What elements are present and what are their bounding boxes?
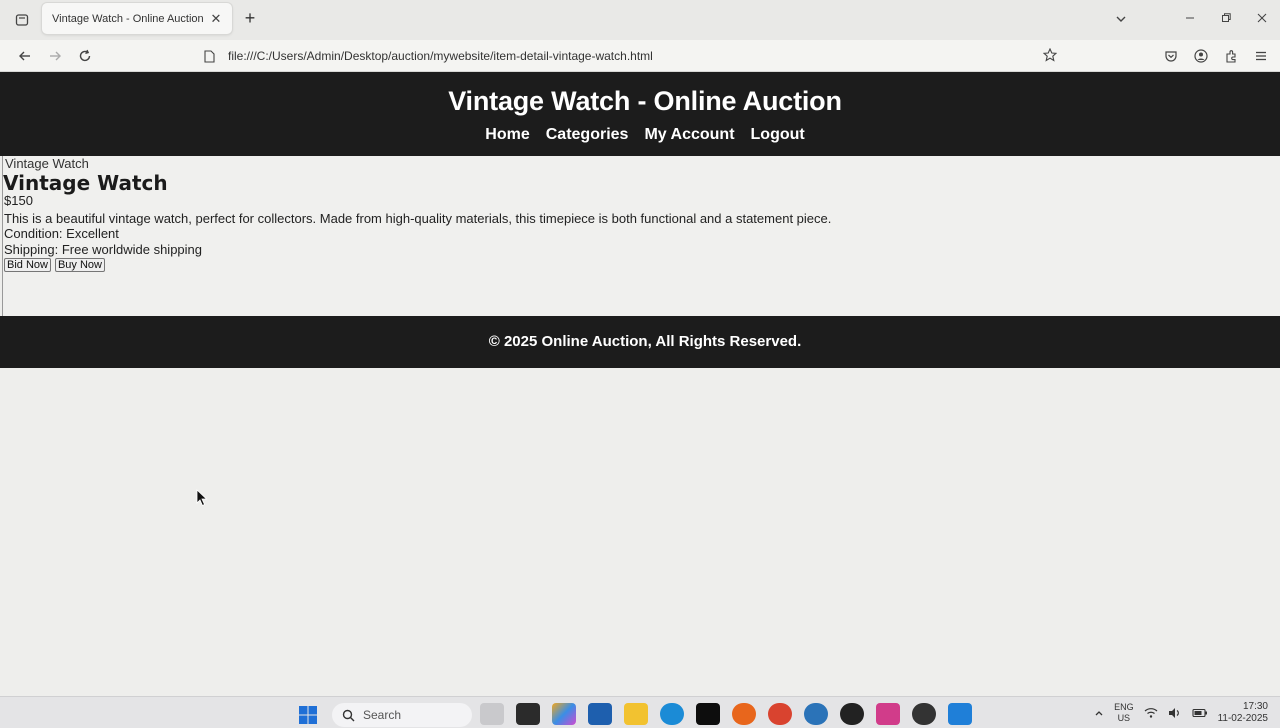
chrome-icon[interactable] <box>768 703 792 725</box>
search-icon <box>342 709 355 721</box>
firefox-icon[interactable] <box>732 703 756 725</box>
chevron-down-icon[interactable] <box>1110 8 1132 30</box>
nav-link-home[interactable]: Home <box>485 126 529 144</box>
nav-link-logout[interactable]: Logout <box>751 126 805 144</box>
footer-text: © 2025 Online Auction, All Rights Reserv… <box>488 333 802 350</box>
taskbar: Search ENG US 17:30 11-02-2025 <box>0 696 1280 728</box>
file-explorer-icon[interactable] <box>624 703 648 725</box>
item-price: $150 <box>4 193 33 208</box>
page-icon <box>200 47 218 65</box>
site-header: Vintage Watch - Online Auction Home Cate… <box>0 72 1280 156</box>
battery-icon[interactable] <box>1192 708 1208 718</box>
browser-tab[interactable]: Vintage Watch - Online Auction ✕ <box>42 3 232 34</box>
windows-start-icon[interactable] <box>298 705 318 725</box>
plus-icon[interactable]: + <box>240 8 260 28</box>
web-page: Vintage Watch - Online Auction Home Cate… <box>0 72 1280 696</box>
screen: Vintage Watch - Online Auction ✕ + file:… <box>0 0 1280 728</box>
star-icon[interactable] <box>1040 45 1060 65</box>
browser-nav-bar: file:///C:/Users/Admin/Desktop/auction/m… <box>0 40 1280 72</box>
back-arrow-icon[interactable] <box>14 45 36 67</box>
item-actions: Bid Now Buy Now <box>4 258 105 272</box>
copilot-icon[interactable] <box>552 703 576 725</box>
tab-list-icon[interactable] <box>8 6 36 34</box>
vscode-icon[interactable] <box>948 703 972 725</box>
site-footer: © 2025 Online Auction, All Rights Reserv… <box>0 316 1280 368</box>
forward-arrow-icon[interactable] <box>44 45 66 67</box>
chevron-up-icon[interactable] <box>1094 708 1104 718</box>
extensions-icon[interactable] <box>1220 45 1242 67</box>
url-text: file:///C:/Users/Admin/Desktop/auction/m… <box>228 49 653 63</box>
wifi-icon[interactable] <box>1144 707 1158 719</box>
minimize-icon[interactable] <box>1172 4 1208 32</box>
edge-icon[interactable] <box>660 703 684 725</box>
toolbar-right <box>1160 45 1272 67</box>
github-icon[interactable] <box>912 703 936 725</box>
item-detail: Vintage Watch Vintage Watch $150 This is… <box>2 156 1280 316</box>
site-title: Vintage Watch - Online Auction <box>448 86 842 116</box>
task-view-icon[interactable] <box>516 703 540 725</box>
dropbox-icon[interactable] <box>696 703 720 725</box>
window-close-icon[interactable] <box>1244 4 1280 32</box>
item-condition: Condition: Excellent <box>4 226 119 241</box>
site-nav: Home Categories My Account Logout <box>0 126 1280 144</box>
mouse-cursor-icon <box>196 489 208 507</box>
menu-icon[interactable] <box>1250 45 1272 67</box>
clock[interactable]: 17:30 11-02-2025 <box>1218 701 1268 725</box>
taskbar-search[interactable]: Search <box>332 703 472 727</box>
tab-title: Vintage Watch - Online Auction <box>52 12 204 25</box>
language-region: US <box>1117 713 1131 723</box>
clock-date: 11-02-2025 <box>1217 713 1268 724</box>
item-name: Vintage Watch <box>3 171 168 195</box>
chrome-profile-icon[interactable] <box>804 703 828 725</box>
widgets-app-icon[interactable] <box>480 703 504 725</box>
whatsapp-icon[interactable] <box>840 703 864 725</box>
buy-now-button[interactable]: Buy Now <box>54 258 105 272</box>
nav-link-categories[interactable]: Categories <box>546 126 629 144</box>
taskbar-apps <box>480 703 972 725</box>
nav-link-my-account[interactable]: My Account <box>644 126 734 144</box>
search-label: Search <box>363 708 402 722</box>
language-indicator[interactable]: ENG US <box>1114 702 1134 724</box>
browser-tab-bar: Vintage Watch - Online Auction ✕ + <box>0 0 1280 40</box>
restore-icon[interactable] <box>1208 4 1244 32</box>
volume-icon[interactable] <box>1168 707 1182 719</box>
item-description: This is a beautiful vintage watch, perfe… <box>4 211 832 226</box>
language-code: ENG <box>1114 702 1134 712</box>
account-icon[interactable] <box>1190 45 1212 67</box>
window-controls <box>1172 4 1280 32</box>
pocket-icon[interactable] <box>1160 45 1182 67</box>
item-shipping: Shipping: Free worldwide shipping <box>4 242 203 257</box>
close-icon[interactable]: ✕ <box>208 11 224 27</box>
breadcrumb: Vintage Watch <box>5 156 89 171</box>
address-bar[interactable]: file:///C:/Users/Admin/Desktop/auction/m… <box>200 43 1070 69</box>
reload-icon[interactable] <box>74 45 96 67</box>
clock-time: 17:30 <box>1242 701 1268 712</box>
instagram-icon[interactable] <box>876 703 900 725</box>
store-icon[interactable] <box>588 703 612 725</box>
bid-now-button[interactable]: Bid Now <box>4 258 51 272</box>
system-tray: ENG US 17:30 11-02-2025 <box>1094 701 1268 725</box>
